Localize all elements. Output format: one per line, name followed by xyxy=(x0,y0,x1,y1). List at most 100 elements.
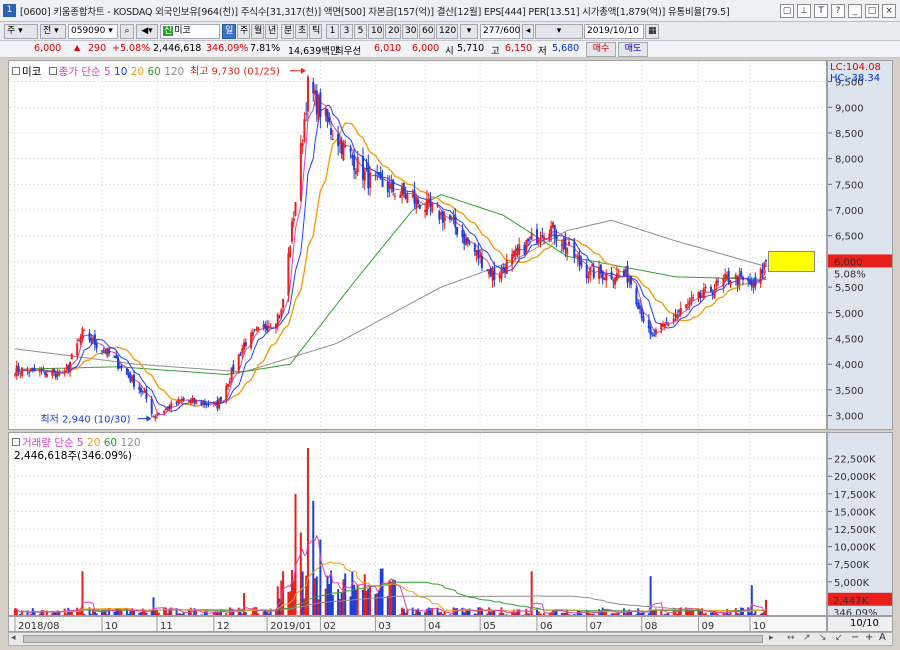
minute-5[interactable]: 5 xyxy=(354,24,367,39)
pin-icon[interactable]: ⊥ xyxy=(797,4,811,18)
sell-button[interactable]: 매도 xyxy=(618,42,648,57)
volume-bar xyxy=(376,593,379,615)
tab-yearly[interactable]: 년 xyxy=(265,24,278,39)
period-select[interactable]: 주 ▾ xyxy=(4,24,38,39)
minute-60[interactable]: 60 xyxy=(419,24,435,39)
candle-down xyxy=(555,234,558,241)
candle-down xyxy=(761,269,764,274)
scroll-right-icon[interactable]: ▸ xyxy=(769,633,774,643)
volume-bar xyxy=(637,608,640,615)
volume-bar xyxy=(525,608,528,615)
zoom-in-icon[interactable]: + xyxy=(865,632,873,643)
minute-10[interactable]: 10 xyxy=(368,24,384,39)
candle-up xyxy=(170,402,173,409)
volume-toggle-icon[interactable] xyxy=(12,438,20,446)
candle-up xyxy=(450,217,453,220)
legend-ma120: 120 xyxy=(164,66,185,78)
volume-bar xyxy=(108,607,111,615)
scroll-left-icon[interactable]: ◂ xyxy=(11,633,16,643)
candle-up xyxy=(189,399,192,404)
search-icon[interactable]: ⌕ xyxy=(120,24,134,39)
volume-chart[interactable]: 거래량 단순 5 20 60 120 2,446,618주(346.09%) xyxy=(8,432,827,616)
volume-bar xyxy=(750,585,753,615)
maximize-icon[interactable]: □ xyxy=(865,4,879,18)
zoom-reset-icon[interactable]: ↔ xyxy=(787,633,795,643)
legend-ma-toggle-icon[interactable] xyxy=(48,67,57,75)
zoom-expand-icon[interactable]: ↘ xyxy=(819,633,827,643)
legend-toggle-icon[interactable] xyxy=(12,67,20,75)
stock-name-field[interactable]: 신 미코 xyxy=(160,24,220,39)
minute-20[interactable]: 20 xyxy=(385,24,401,39)
current-price-label: 6,000 xyxy=(834,257,863,268)
font-size-icon[interactable]: A xyxy=(879,632,886,643)
price-scale[interactable]: 3,000 3,500 4,000 4,500 5,000 5,500 6,000 6,500… xyxy=(827,60,893,430)
candle-up xyxy=(251,331,254,337)
high-label: 고 xyxy=(491,46,500,57)
candle-down xyxy=(448,215,451,220)
text-icon[interactable]: T xyxy=(814,4,828,18)
stock-code-input[interactable]: 059090 ▾ xyxy=(68,24,118,39)
type-select[interactable]: 전 ▾ xyxy=(40,24,66,39)
chart-toolbar: 주 ▾ 전 ▾ 059090 ▾ ⌕ ◀▾ 신 미코 일 주 월 년 분 초 틱 … xyxy=(0,22,900,41)
date-tick-label: 07 xyxy=(590,621,603,632)
candle-down xyxy=(480,255,483,269)
minimize-icon[interactable]: _ xyxy=(848,4,862,18)
candle-down xyxy=(651,332,654,334)
tab-second[interactable]: 초 xyxy=(295,24,308,39)
volume-bar xyxy=(367,588,370,615)
date-input[interactable]: 2019/10/10 xyxy=(584,24,644,39)
zoom-out-icon[interactable]: − xyxy=(851,632,859,643)
minute-1[interactable]: 1 xyxy=(326,24,339,39)
scroll-thumb[interactable] xyxy=(23,635,763,643)
close-icon[interactable]: × xyxy=(882,4,896,18)
legend-ma60: 60 xyxy=(147,66,161,78)
turnover-rate: 7.81% xyxy=(250,43,281,54)
candle-up xyxy=(70,353,73,360)
tab-weekly[interactable]: 주 xyxy=(237,24,250,39)
price-legend: 미코 종가 단순 5 10 20 60 120 xyxy=(12,64,184,79)
candle-down xyxy=(747,278,750,282)
restore-icon[interactable]: ▢ xyxy=(780,4,794,18)
minute-3[interactable]: 3 xyxy=(340,24,353,39)
candle-down xyxy=(560,244,563,246)
minute-30[interactable]: 30 xyxy=(402,24,418,39)
change-percent: +5.08% xyxy=(112,43,151,54)
candle-up xyxy=(491,271,494,281)
candle-up xyxy=(342,141,345,161)
candle-down xyxy=(31,367,34,369)
zoom-fit-icon[interactable]: ↗ xyxy=(803,633,811,643)
zoom-shrink-icon[interactable]: ↙ xyxy=(835,633,843,643)
candle-down xyxy=(67,365,70,371)
best-label: 최우선 xyxy=(335,46,362,57)
price-chart[interactable]: 최고 9,730 (01/25) 최저 2,940 (10/30) 미코 종가 단… xyxy=(8,60,827,430)
tab-daily[interactable]: 일 xyxy=(222,24,236,39)
tab-monthly[interactable]: 월 xyxy=(251,24,264,39)
help-icon[interactable]: ? xyxy=(831,4,845,18)
date-picker-button[interactable]: ▾ xyxy=(535,24,583,39)
custom-minute-select[interactable]: ▾ xyxy=(460,24,478,39)
calendar-icon[interactable]: ▦ xyxy=(645,24,659,39)
candle-up xyxy=(324,109,327,117)
prev-date-button[interactable]: ◂ xyxy=(522,24,534,39)
volume-bar xyxy=(500,607,503,615)
candle-down xyxy=(727,270,730,283)
buy-button[interactable]: 매수 xyxy=(586,42,616,57)
candle-down xyxy=(193,398,196,403)
candle-up xyxy=(734,274,737,279)
chart-scrollbar[interactable]: ◂ ▸ ↔ ↗ ↘ ↙ − + A xyxy=(8,632,893,646)
volume-scale[interactable]: 5,000K 7,500K 10,000K 12,500K 15,000K 17,500K… xyxy=(827,432,893,616)
sound-icon[interactable]: ◀▾ xyxy=(136,24,158,39)
tab-tick[interactable]: 틱 xyxy=(309,24,322,39)
candle-down xyxy=(489,267,492,277)
candle-down xyxy=(33,368,36,371)
minute-120[interactable]: 120 xyxy=(436,24,458,39)
candle-up xyxy=(42,369,45,371)
candle-down xyxy=(441,211,444,223)
volume-bar xyxy=(456,608,459,615)
tab-minute[interactable]: 분 xyxy=(281,24,294,39)
candle-up xyxy=(81,328,84,340)
candle-down xyxy=(120,365,123,368)
count-input[interactable]: 277/600 xyxy=(480,24,520,39)
candle-down xyxy=(95,343,98,349)
candle-down xyxy=(456,227,459,235)
